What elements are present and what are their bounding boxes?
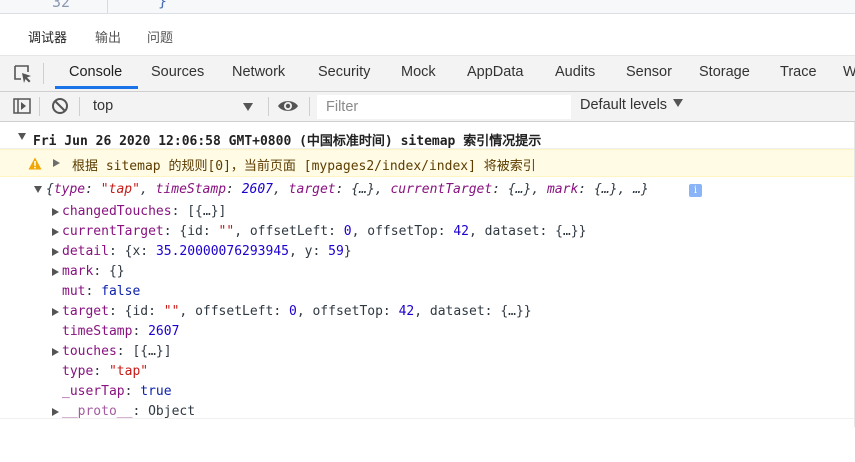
- editor-line-number: 32: [52, 0, 71, 11]
- collapsed-triangle-icon: [52, 348, 59, 356]
- console-group-header[interactable]: Fri Jun 26 2020 12:06:58 GMT+0800 (中国标准时…: [0, 128, 855, 149]
- inspect-element-icon[interactable]: [13, 64, 33, 84]
- console-output: Fri Jun 26 2020 12:06:58 GMT+0800 (中国标准时…: [0, 122, 855, 427]
- filter-box: [317, 95, 571, 119]
- devtools-top-tabs: 调试器 输出 问题: [0, 14, 855, 58]
- context-value: top: [93, 98, 114, 114]
- warning-icon: [28, 157, 42, 170]
- show-sidebar-icon[interactable]: [13, 98, 31, 114]
- tab-debugger[interactable]: 调试器: [28, 27, 68, 58]
- collapsed-triangle-icon: [52, 248, 59, 256]
- toolbar-divider: [79, 97, 80, 116]
- toolbar-divider: [268, 97, 269, 116]
- expanded-triangle-icon: [18, 133, 26, 140]
- collapsed-triangle-icon: [52, 228, 59, 236]
- chevron-down-icon: [243, 103, 253, 111]
- prop-changedTouches[interactable]: changedTouches: [{…}]: [0, 202, 855, 222]
- prop-mut: mut: false: [62, 284, 141, 299]
- editor-code-brace: }: [158, 0, 168, 10]
- prop-type: type: "tap": [62, 364, 149, 379]
- collapsed-triangle-icon: [52, 408, 59, 416]
- prop-detail[interactable]: detail: {x: 35.20000076293945, y: 59}: [0, 242, 855, 262]
- prop-touches[interactable]: touches: [{…}]: [0, 342, 855, 362]
- prop-mark[interactable]: mark: {}: [0, 262, 855, 282]
- toolbar-divider: [309, 97, 310, 116]
- tab-appdata[interactable]: AppData: [467, 64, 523, 80]
- info-icon[interactable]: i: [689, 184, 702, 197]
- group-header-text: Fri Jun 26 2020 12:06:58 GMT+0800 (中国标准时…: [33, 134, 542, 149]
- console-warning-message[interactable]: 根据 sitemap 的规则[0]，当前页面 [mypages2/index/i…: [0, 149, 855, 177]
- panel-divider: [43, 63, 44, 84]
- editor-gutter-divider: [107, 0, 108, 13]
- object-preview-text: {type: "tap", timeStamp: 2607, target: {…: [46, 182, 649, 197]
- editor-strip: 32 }: [0, 0, 855, 14]
- tab-mock[interactable]: Mock: [401, 64, 436, 80]
- collapsed-triangle-icon: [52, 268, 59, 276]
- toolbar-divider: [39, 97, 40, 116]
- tab-overflow[interactable]: W: [843, 64, 855, 80]
- collapsed-triangle-icon: [52, 308, 59, 316]
- warning-text: 根据 sitemap 的规则[0]，当前页面 [mypages2/index/i…: [72, 159, 536, 174]
- tab-sensor[interactable]: Sensor: [626, 64, 672, 80]
- tab-network[interactable]: Network: [232, 64, 285, 80]
- log-levels-dropdown[interactable]: Default levels: [580, 97, 684, 113]
- prop-proto[interactable]: __proto__: Object: [0, 402, 855, 422]
- console-row-divider: [0, 418, 855, 419]
- log-levels-label: Default levels: [580, 97, 668, 113]
- live-expression-eye-icon[interactable]: [277, 98, 299, 114]
- collapsed-triangle-icon: [52, 208, 59, 216]
- collapsed-triangle-icon[interactable]: [53, 159, 60, 167]
- expanded-triangle-icon: [34, 186, 42, 193]
- tab-sources[interactable]: Sources: [151, 64, 204, 80]
- object-preview-row[interactable]: {type: "tap", timeStamp: 2607, target: {…: [0, 180, 855, 200]
- context-selector[interactable]: top: [87, 95, 263, 117]
- console-toolbar: top Default levels: [0, 92, 855, 122]
- tab-audits[interactable]: Audits: [555, 64, 595, 80]
- tab-storage[interactable]: Storage: [699, 64, 750, 80]
- tab-console[interactable]: Console: [54, 64, 139, 89]
- clear-console-icon[interactable]: [51, 97, 69, 115]
- prop-currentTarget[interactable]: currentTarget: {id: "", offsetLeft: 0, o…: [0, 222, 855, 242]
- tab-trace[interactable]: Trace: [780, 64, 817, 80]
- filter-input[interactable]: [318, 96, 566, 118]
- tab-output[interactable]: 输出: [95, 27, 121, 46]
- prop-userTap: _userTap: true: [62, 384, 172, 399]
- panel-tabs-bar: Console Sources Network Security Mock Ap…: [0, 56, 855, 92]
- chevron-down-icon: [673, 99, 684, 107]
- prop-target[interactable]: target: {id: "", offsetLeft: 0, offsetTo…: [0, 302, 855, 322]
- tab-security[interactable]: Security: [318, 64, 370, 80]
- prop-timeStamp: timeStamp: 2607: [62, 324, 180, 339]
- tab-problems[interactable]: 问题: [147, 27, 173, 46]
